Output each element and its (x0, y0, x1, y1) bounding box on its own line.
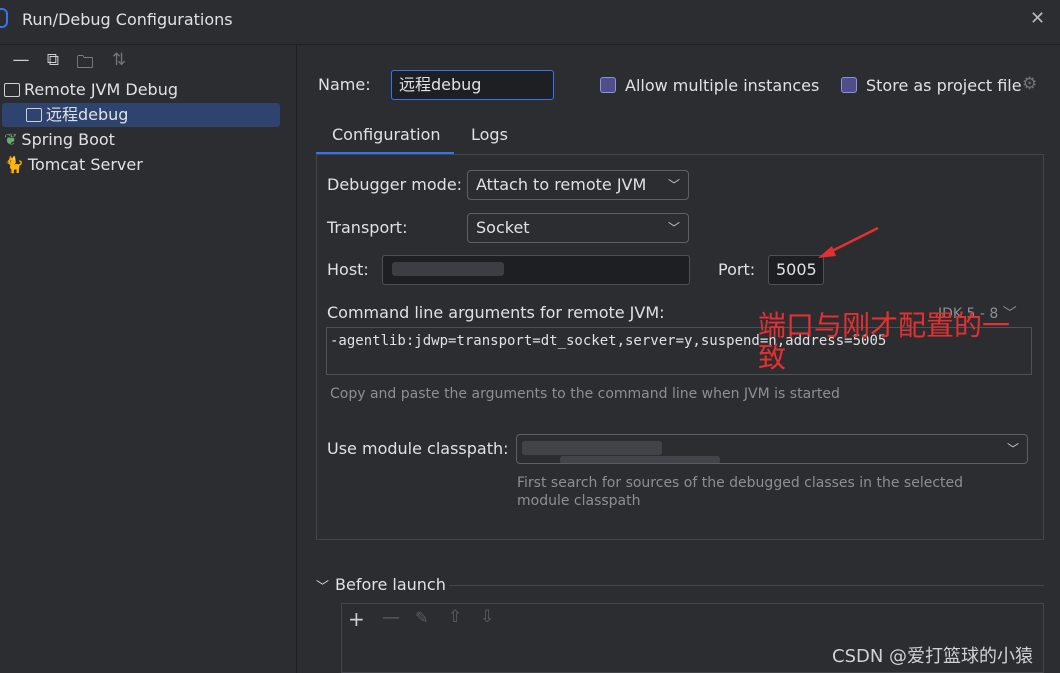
remove-icon[interactable]: — (10, 50, 32, 70)
store-project-label: Store as project file (866, 76, 1022, 95)
app-icon (0, 8, 8, 28)
remove-icon[interactable]: — (382, 607, 400, 628)
copy-icon[interactable]: ⧉ (42, 50, 64, 70)
chevron-down-icon: ﹀ (667, 178, 680, 192)
sidebar-item-label: Spring Boot (21, 130, 115, 149)
edit-icon[interactable]: ✎ (415, 608, 428, 627)
transport-select[interactable]: Socket ﹀ (467, 213, 689, 243)
tab-logs[interactable]: Logs (471, 125, 508, 144)
divider (449, 585, 1044, 586)
close-icon[interactable]: ✕ (1030, 8, 1045, 29)
sidebar-item-tomcat-server[interactable]: 🐈 Tomcat Server (4, 153, 143, 177)
redacted-module (560, 456, 720, 464)
name-label: Name: (318, 75, 371, 94)
annotation-line: 端口与刚才配置的一 (758, 309, 1011, 342)
host-label: Host: (327, 260, 369, 279)
divider (296, 44, 297, 673)
tomcat-icon: 🐈 (4, 155, 24, 174)
sort-icon[interactable]: ⇅ (108, 50, 130, 70)
spring-boot-icon: ❦ (4, 130, 18, 149)
sidebar-item-label: 远程debug (46, 105, 129, 124)
allow-multiple-checkbox[interactable] (600, 77, 616, 93)
chevron-down-icon: ﹀ (667, 221, 680, 235)
divider (0, 44, 1060, 45)
gear-icon[interactable]: ⚙ (1022, 74, 1037, 94)
window-title: Run/Debug Configurations (22, 10, 233, 29)
transport-label: Transport: (327, 218, 408, 237)
name-input[interactable]: 远程debug (391, 70, 554, 100)
sidebar-item-spring-boot[interactable]: ❦ Spring Boot (4, 128, 115, 152)
sidebar-item-remote-debug-config[interactable]: 远程debug (26, 103, 128, 127)
annotation-line: 致 (758, 341, 787, 374)
move-up-icon[interactable]: ⇧ (448, 607, 462, 627)
sidebar-item-label: Remote JVM Debug (24, 80, 178, 99)
annotation-text: 端口与刚才配置的一 致 (758, 310, 1010, 374)
redacted-module (522, 441, 662, 455)
remote-debug-icon (26, 108, 42, 122)
module-classpath-label: Use module classpath: (327, 439, 509, 458)
remote-debug-icon (4, 83, 20, 97)
cmd-args-label: Command line arguments for remote JVM: (327, 303, 665, 322)
debugger-mode-value: Attach to remote JVM (476, 175, 647, 194)
debugger-mode-label: Debugger mode: (327, 175, 463, 194)
tab-configuration[interactable]: Configuration (332, 125, 441, 144)
annotation-arrow (818, 226, 879, 258)
port-label: Port: (718, 260, 756, 279)
chevron-down-icon: ﹀ (1006, 442, 1019, 456)
before-launch-label[interactable]: Before launch (335, 575, 446, 594)
chevron-down-icon[interactable]: ﹀ (316, 576, 329, 595)
transport-value: Socket (476, 218, 530, 237)
folder-icon[interactable]: 🗀 (74, 50, 96, 79)
sidebar-item-remote-jvm-debug[interactable]: Remote JVM Debug (4, 78, 178, 102)
move-down-icon[interactable]: ⇩ (480, 607, 494, 627)
allow-multiple-label: Allow multiple instances (625, 76, 820, 95)
module-classpath-hint: First search for sources of the debugged… (517, 475, 964, 509)
cmd-args-hint: Copy and paste the arguments to the comm… (330, 386, 840, 402)
sidebar-item-label: Tomcat Server (27, 155, 143, 174)
redacted-host (392, 262, 504, 276)
watermark: CSDN @爱打篮球的小猿 (832, 646, 1034, 667)
debugger-mode-select[interactable]: Attach to remote JVM ﹀ (467, 170, 689, 200)
add-icon[interactable]: + (348, 607, 365, 631)
store-project-checkbox[interactable] (841, 77, 857, 93)
